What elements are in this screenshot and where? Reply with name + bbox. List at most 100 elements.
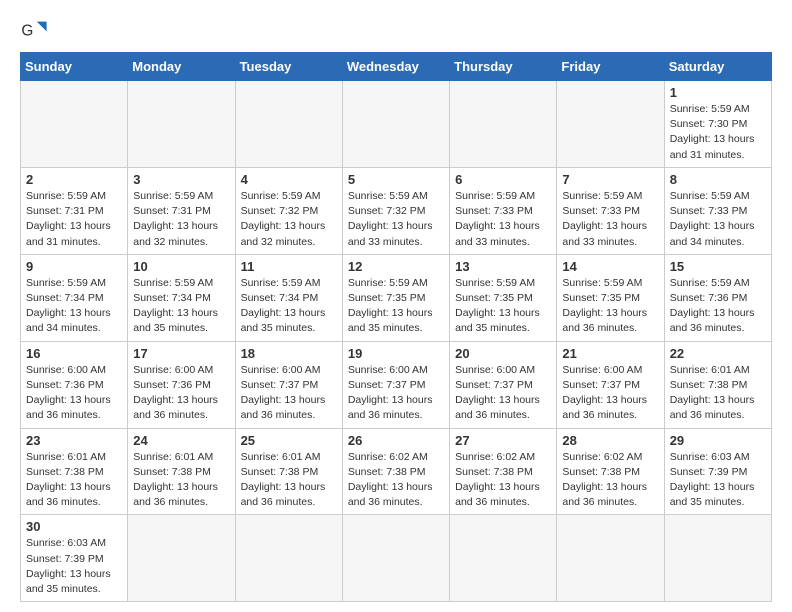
calendar-table: Sunday Monday Tuesday Wednesday Thursday… (20, 52, 772, 602)
day-number: 3 (133, 172, 229, 187)
day-number: 2 (26, 172, 122, 187)
day-info: Sunrise: 6:01 AMSunset: 7:38 PMDaylight:… (26, 450, 122, 511)
calendar-day-cell: 17Sunrise: 6:00 AMSunset: 7:36 PMDayligh… (128, 341, 235, 428)
calendar-day-cell: 5 Sunrise: 5:59 AMSunset: 7:32 PMDaylight… (342, 167, 449, 254)
day-number: 21 (562, 346, 658, 361)
page-header: G (0, 0, 792, 52)
col-friday: Friday (557, 53, 664, 81)
day-info: Sunrise: 5:59 AMSunset: 7:34 PMDaylight:… (26, 276, 122, 337)
calendar-day-cell (664, 515, 771, 602)
calendar-day-cell: 2 Sunrise: 5:59 AMSunset: 7:31 PMDaylight… (21, 167, 128, 254)
day-info: Sunrise: 5:59 AMSunset: 7:34 PMDaylight:… (133, 276, 229, 337)
calendar-day-cell (342, 515, 449, 602)
calendar-day-cell (235, 81, 342, 168)
day-number: 7 (562, 172, 658, 187)
calendar-day-cell: 23 Sunrise: 6:01 AMSunset: 7:38 PMDayligh… (21, 428, 128, 515)
day-info: Sunrise: 5:59 AMSunset: 7:30 PMDaylight:… (670, 102, 766, 163)
calendar-day-cell: 30 Sunrise: 6:03 AMSunset: 7:39 PMDayligh… (21, 515, 128, 602)
calendar-day-cell: 11 Sunrise: 5:59 AMSunset: 7:34 PMDayligh… (235, 254, 342, 341)
calendar-day-cell (557, 81, 664, 168)
day-info: Sunrise: 5:59 AMSunset: 7:35 PMDaylight:… (455, 276, 551, 337)
day-number: 20 (455, 346, 551, 361)
calendar-day-cell: 19Sunrise: 6:00 AMSunset: 7:37 PMDayligh… (342, 341, 449, 428)
day-number: 22 (670, 346, 766, 361)
col-wednesday: Wednesday (342, 53, 449, 81)
calendar-day-cell (128, 515, 235, 602)
day-number: 18 (241, 346, 337, 361)
day-number: 24 (133, 433, 229, 448)
calendar-day-cell: 21 Sunrise: 6:00 AMSunset: 7:37 PMDayligh… (557, 341, 664, 428)
day-info: Sunrise: 5:59 AMSunset: 7:34 PMDaylight:… (241, 276, 337, 337)
calendar-day-cell: 27 Sunrise: 6:02 AMSunset: 7:38 PMDayligh… (450, 428, 557, 515)
day-number: 16 (26, 346, 122, 361)
day-number: 27 (455, 433, 551, 448)
header-row: Sunday Monday Tuesday Wednesday Thursday… (21, 53, 772, 81)
calendar-day-cell: 12 Sunrise: 5:59 AMSunset: 7:35 PMDayligh… (342, 254, 449, 341)
day-number: 23 (26, 433, 122, 448)
day-number: 28 (562, 433, 658, 448)
day-number: 30 (26, 519, 122, 534)
svg-text:G: G (21, 23, 33, 40)
day-info: Sunrise: 6:01 AMSunset: 7:38 PMDaylight:… (670, 363, 766, 424)
day-info: Sunrise: 5:59 AMSunset: 7:35 PMDaylight:… (348, 276, 444, 337)
calendar-day-cell (450, 515, 557, 602)
day-number: 4 (241, 172, 337, 187)
calendar-day-cell (450, 81, 557, 168)
day-number: 1 (670, 85, 766, 100)
calendar-week-row: 16 Sunrise: 6:00 AMSunset: 7:36 PMDayligh… (21, 341, 772, 428)
calendar-day-cell (557, 515, 664, 602)
day-number: 14 (562, 259, 658, 274)
calendar-header: Sunday Monday Tuesday Wednesday Thursday… (21, 53, 772, 81)
day-info: Sunrise: 5:59 AMSunset: 7:33 PMDaylight:… (455, 189, 551, 250)
logo-icon: G (20, 16, 48, 44)
day-info: Sunrise: 6:00 AMSunset: 7:37 PMDaylight:… (348, 363, 444, 424)
day-info: Sunrise: 6:01 AMSunset: 7:38 PMDaylight:… (133, 450, 229, 511)
day-info: Sunrise: 5:59 AMSunset: 7:36 PMDaylight:… (670, 276, 766, 337)
day-number: 13 (455, 259, 551, 274)
calendar-week-row: 1 Sunrise: 5:59 AMSunset: 7:30 PMDaylight… (21, 81, 772, 168)
calendar-wrapper: Sunday Monday Tuesday Wednesday Thursday… (0, 52, 792, 612)
calendar-day-cell (235, 515, 342, 602)
day-info: Sunrise: 6:03 AMSunset: 7:39 PMDaylight:… (26, 536, 122, 597)
day-number: 5 (348, 172, 444, 187)
calendar-day-cell: 13 Sunrise: 5:59 AMSunset: 7:35 PMDayligh… (450, 254, 557, 341)
calendar-day-cell: 9Sunrise: 5:59 AMSunset: 7:34 PMDaylight… (21, 254, 128, 341)
day-number: 15 (670, 259, 766, 274)
col-saturday: Saturday (664, 53, 771, 81)
day-info: Sunrise: 5:59 AMSunset: 7:33 PMDaylight:… (670, 189, 766, 250)
col-monday: Monday (128, 53, 235, 81)
day-info: Sunrise: 6:00 AMSunset: 7:37 PMDaylight:… (562, 363, 658, 424)
logo: G (20, 16, 52, 44)
calendar-day-cell: 1 Sunrise: 5:59 AMSunset: 7:30 PMDaylight… (664, 81, 771, 168)
calendar-day-cell: 29Sunrise: 6:03 AMSunset: 7:39 PMDayligh… (664, 428, 771, 515)
calendar-week-row: 2 Sunrise: 5:59 AMSunset: 7:31 PMDaylight… (21, 167, 772, 254)
day-info: Sunrise: 5:59 AMSunset: 7:33 PMDaylight:… (562, 189, 658, 250)
calendar-day-cell: 28Sunrise: 6:02 AMSunset: 7:38 PMDayligh… (557, 428, 664, 515)
day-info: Sunrise: 5:59 AMSunset: 7:35 PMDaylight:… (562, 276, 658, 337)
calendar-day-cell: 26Sunrise: 6:02 AMSunset: 7:38 PMDayligh… (342, 428, 449, 515)
calendar-day-cell: 3 Sunrise: 5:59 AMSunset: 7:31 PMDaylight… (128, 167, 235, 254)
day-info: Sunrise: 6:03 AMSunset: 7:39 PMDaylight:… (670, 450, 766, 511)
day-number: 11 (241, 259, 337, 274)
calendar-day-cell: 8 Sunrise: 5:59 AMSunset: 7:33 PMDaylight… (664, 167, 771, 254)
day-info: Sunrise: 5:59 AMSunset: 7:31 PMDaylight:… (26, 189, 122, 250)
day-info: Sunrise: 6:00 AMSunset: 7:36 PMDaylight:… (133, 363, 229, 424)
day-info: Sunrise: 5:59 AMSunset: 7:31 PMDaylight:… (133, 189, 229, 250)
day-number: 6 (455, 172, 551, 187)
day-info: Sunrise: 6:02 AMSunset: 7:38 PMDaylight:… (455, 450, 551, 511)
col-sunday: Sunday (21, 53, 128, 81)
day-number: 10 (133, 259, 229, 274)
calendar-day-cell (128, 81, 235, 168)
calendar-day-cell (21, 81, 128, 168)
day-number: 8 (670, 172, 766, 187)
col-thursday: Thursday (450, 53, 557, 81)
day-info: Sunrise: 5:59 AMSunset: 7:32 PMDaylight:… (348, 189, 444, 250)
calendar-day-cell: 25Sunrise: 6:01 AMSunset: 7:38 PMDayligh… (235, 428, 342, 515)
day-info: Sunrise: 6:00 AMSunset: 7:37 PMDaylight:… (241, 363, 337, 424)
day-info: Sunrise: 6:02 AMSunset: 7:38 PMDaylight:… (348, 450, 444, 511)
calendar-day-cell: 16Sunrise: 6:00 AMSunset: 7:36 PMDayligh… (21, 341, 128, 428)
calendar-day-cell: 15 Sunrise: 5:59 AMSunset: 7:36 PMDayligh… (664, 254, 771, 341)
day-number: 12 (348, 259, 444, 274)
calendar-week-row: 23 Sunrise: 6:01 AMSunset: 7:38 PMDayligh… (21, 428, 772, 515)
calendar-day-cell: 6 Sunrise: 5:59 AMSunset: 7:33 PMDaylight… (450, 167, 557, 254)
